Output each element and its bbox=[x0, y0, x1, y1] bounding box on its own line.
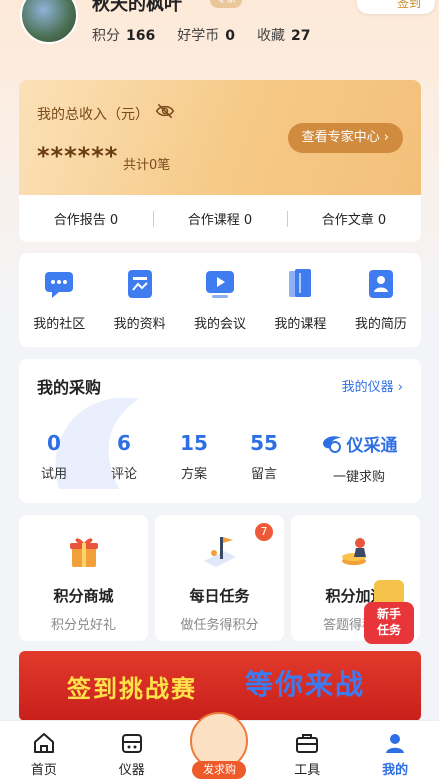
stat-label: 试用 bbox=[40, 467, 67, 482]
tab-instruments[interactable]: 仪器 bbox=[88, 721, 176, 780]
income-card: 我的总收入（元） ****** 共计0笔 查看专家中心 › 合作报告 0 合作课… bbox=[19, 80, 421, 242]
feature-materials[interactable]: 我的资料 bbox=[99, 267, 179, 347]
income-amount: ****** bbox=[37, 142, 119, 170]
profile-stats: 积分 166 好学币 0 收藏 27 bbox=[92, 25, 310, 45]
yicaitong-entry[interactable]: 仪采通 一键求购 bbox=[311, 431, 407, 485]
stat-label: 评论 bbox=[110, 467, 137, 482]
stat-trial[interactable]: 0 试用 bbox=[19, 431, 89, 482]
coop-courses[interactable]: 合作课程 0 bbox=[153, 209, 287, 228]
yicaitong-logo-icon bbox=[322, 435, 341, 453]
income-summary: 我的总收入（元） ****** 共计0笔 查看专家中心 › bbox=[19, 80, 421, 195]
signin-button[interactable]: 签到 bbox=[357, 0, 435, 14]
yicaitong-sub: 一键求购 bbox=[332, 470, 385, 485]
stat-label: 收藏 bbox=[256, 28, 285, 44]
home-icon bbox=[33, 733, 54, 753]
daily-task-card[interactable]: 7 每日任务 做任务得积分 bbox=[155, 515, 284, 641]
level-tag: 专家 bbox=[210, 0, 242, 8]
stat-messages[interactable]: 55 留言 bbox=[229, 431, 299, 482]
coop-reports[interactable]: 合作报告 0 bbox=[19, 209, 153, 228]
resume-icon bbox=[368, 270, 393, 298]
feature-label: 我的简历 bbox=[354, 317, 407, 332]
tab-home[interactable]: 首页 bbox=[0, 721, 88, 780]
task-count-badge: 7 bbox=[255, 523, 273, 541]
tab-tools[interactable]: 工具 bbox=[263, 721, 351, 780]
stat-plans[interactable]: 15 方案 bbox=[159, 431, 229, 482]
income-label: 我的总收入（元） bbox=[37, 107, 149, 123]
stat-label: 方案 bbox=[180, 467, 207, 482]
stat-value: 27 bbox=[290, 28, 311, 44]
community-icon bbox=[45, 272, 74, 298]
feature-courses[interactable]: 我的课程 bbox=[260, 267, 340, 347]
stat-value: 15 bbox=[180, 431, 208, 455]
card-subtitle: 积分兑好礼 bbox=[50, 618, 116, 633]
feature-meetings[interactable]: 我的会议 bbox=[180, 267, 260, 347]
stat-value: 0 bbox=[225, 28, 235, 44]
tab-mine[interactable]: 我的 bbox=[351, 721, 439, 780]
purchase-card: 我的采购 我的仪器 › 0 试用 6 评论 15 方案 55 留言 仪采通 一键… bbox=[19, 359, 421, 503]
eye-hidden-icon[interactable] bbox=[155, 102, 175, 120]
meeting-icon bbox=[206, 271, 235, 298]
stat-label: 积分 bbox=[92, 28, 120, 44]
purchase-title: 我的采购 bbox=[37, 378, 102, 397]
signin-challenge-banner[interactable]: 签到挑战赛 等你来战 bbox=[19, 651, 421, 721]
coins-icon bbox=[341, 538, 366, 565]
my-instruments-link[interactable]: 我的仪器 › bbox=[342, 376, 403, 395]
course-icon bbox=[289, 269, 312, 297]
card-title: 积分商城 bbox=[53, 587, 114, 605]
feature-label: 我的课程 bbox=[274, 317, 327, 332]
newbie-task-float[interactable]: 新手 任务 bbox=[364, 580, 420, 646]
feature-community[interactable]: 我的社区 bbox=[19, 267, 99, 347]
stat-coins[interactable]: 好学币 0 bbox=[177, 25, 235, 45]
tab-label: 工具 bbox=[294, 763, 321, 778]
feature-resume[interactable]: 我的简历 bbox=[341, 267, 421, 347]
stat-favorites[interactable]: 收藏 27 bbox=[257, 25, 310, 45]
newbie-task-label: 新手 任务 bbox=[364, 602, 414, 644]
tab-post-request[interactable]: 发求购 bbox=[176, 712, 264, 780]
stat-value: 0 bbox=[47, 431, 61, 455]
user-icon bbox=[386, 734, 405, 753]
task-icon bbox=[203, 537, 236, 567]
bottom-tab-bar: 首页 仪器 发求购 工具 我的 bbox=[0, 712, 439, 780]
tab-label: 我的 bbox=[382, 763, 409, 778]
stat-value: 55 bbox=[250, 431, 278, 455]
feature-grid: 我的社区 我的资料 我的会议 我的课程 我的简历 bbox=[19, 253, 421, 347]
toolbox-icon bbox=[296, 734, 319, 753]
stat-label: 留言 bbox=[250, 467, 277, 482]
stat-comments[interactable]: 6 评论 bbox=[89, 431, 159, 482]
gift-icon bbox=[69, 538, 98, 567]
feature-label: 我的会议 bbox=[194, 317, 247, 332]
banner-title-right: 等你来战 bbox=[245, 668, 366, 701]
tab-label: 发求购 bbox=[192, 761, 247, 779]
yicaitong-logo: 仪采通 bbox=[311, 431, 407, 456]
feature-label: 我的社区 bbox=[33, 317, 86, 332]
instrument-icon bbox=[121, 734, 142, 753]
stat-value: 6 bbox=[117, 431, 131, 455]
cooperation-row: 合作报告 0 合作课程 0 合作文章 0 bbox=[19, 195, 421, 242]
stat-label: 好学币 bbox=[177, 28, 220, 44]
points-mall-card[interactable]: 积分商城 积分兑好礼 bbox=[19, 515, 148, 641]
yicaitong-name: 仪采通 bbox=[346, 436, 398, 456]
stat-points[interactable]: 积分 166 bbox=[92, 25, 155, 45]
card-subtitle: 做任务得积分 bbox=[180, 618, 259, 633]
banner-title-left: 签到挑战赛 bbox=[67, 675, 197, 703]
card-title: 每日任务 bbox=[189, 587, 250, 605]
feature-label: 我的资料 bbox=[113, 317, 166, 332]
tab-label: 首页 bbox=[30, 763, 57, 778]
tab-label: 仪器 bbox=[118, 763, 145, 778]
stat-value: 166 bbox=[126, 28, 156, 44]
expert-center-button[interactable]: 查看专家中心 › bbox=[287, 123, 403, 153]
document-icon bbox=[127, 270, 152, 298]
coop-articles[interactable]: 合作文章 0 bbox=[287, 209, 421, 228]
nickname: 秋天的枫叶 bbox=[92, 0, 182, 15]
income-count: 共计0笔 bbox=[123, 158, 171, 173]
